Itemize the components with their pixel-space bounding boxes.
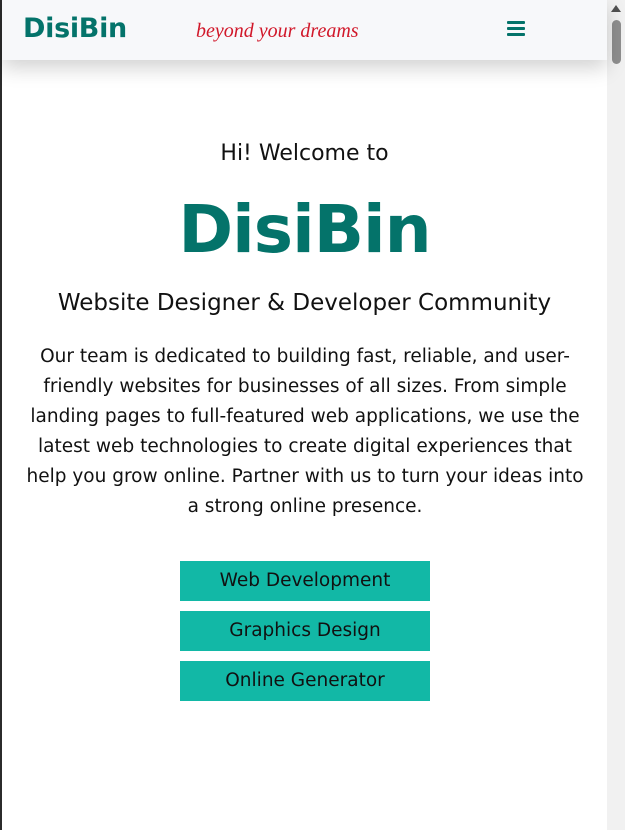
hero-title: DisiBin	[178, 191, 431, 268]
welcome-text: Hi! Welcome to	[220, 141, 389, 166]
menu-bar	[507, 21, 525, 24]
web-development-button[interactable]: Web Development	[180, 561, 430, 601]
site-tagline: beyond your dreams	[196, 20, 359, 42]
graphics-design-button[interactable]: Graphics Design	[180, 611, 430, 651]
menu-bar	[507, 27, 525, 30]
hero-subtitle: Website Designer & Developer Community	[57, 290, 552, 316]
action-buttons: Web Development Graphics Design Online G…	[180, 561, 430, 711]
site-logo[interactable]: DisiBin	[23, 12, 127, 46]
page: DisiBin beyond your dreams Hi! Welcome t…	[2, 0, 607, 830]
site-header: DisiBin beyond your dreams	[2, 0, 607, 60]
vertical-scrollbar[interactable]	[607, 0, 625, 830]
hero-description: Our team is dedicated to building fast, …	[26, 346, 584, 517]
browser-viewport: DisiBin beyond your dreams Hi! Welcome t…	[0, 0, 625, 830]
menu-bar	[507, 33, 525, 36]
scrollbar-thumb[interactable]	[612, 20, 621, 64]
online-generator-button[interactable]: Online Generator	[180, 661, 430, 701]
hamburger-menu-icon[interactable]	[507, 20, 527, 38]
scroll-up-arrow-icon[interactable]	[611, 5, 621, 12]
